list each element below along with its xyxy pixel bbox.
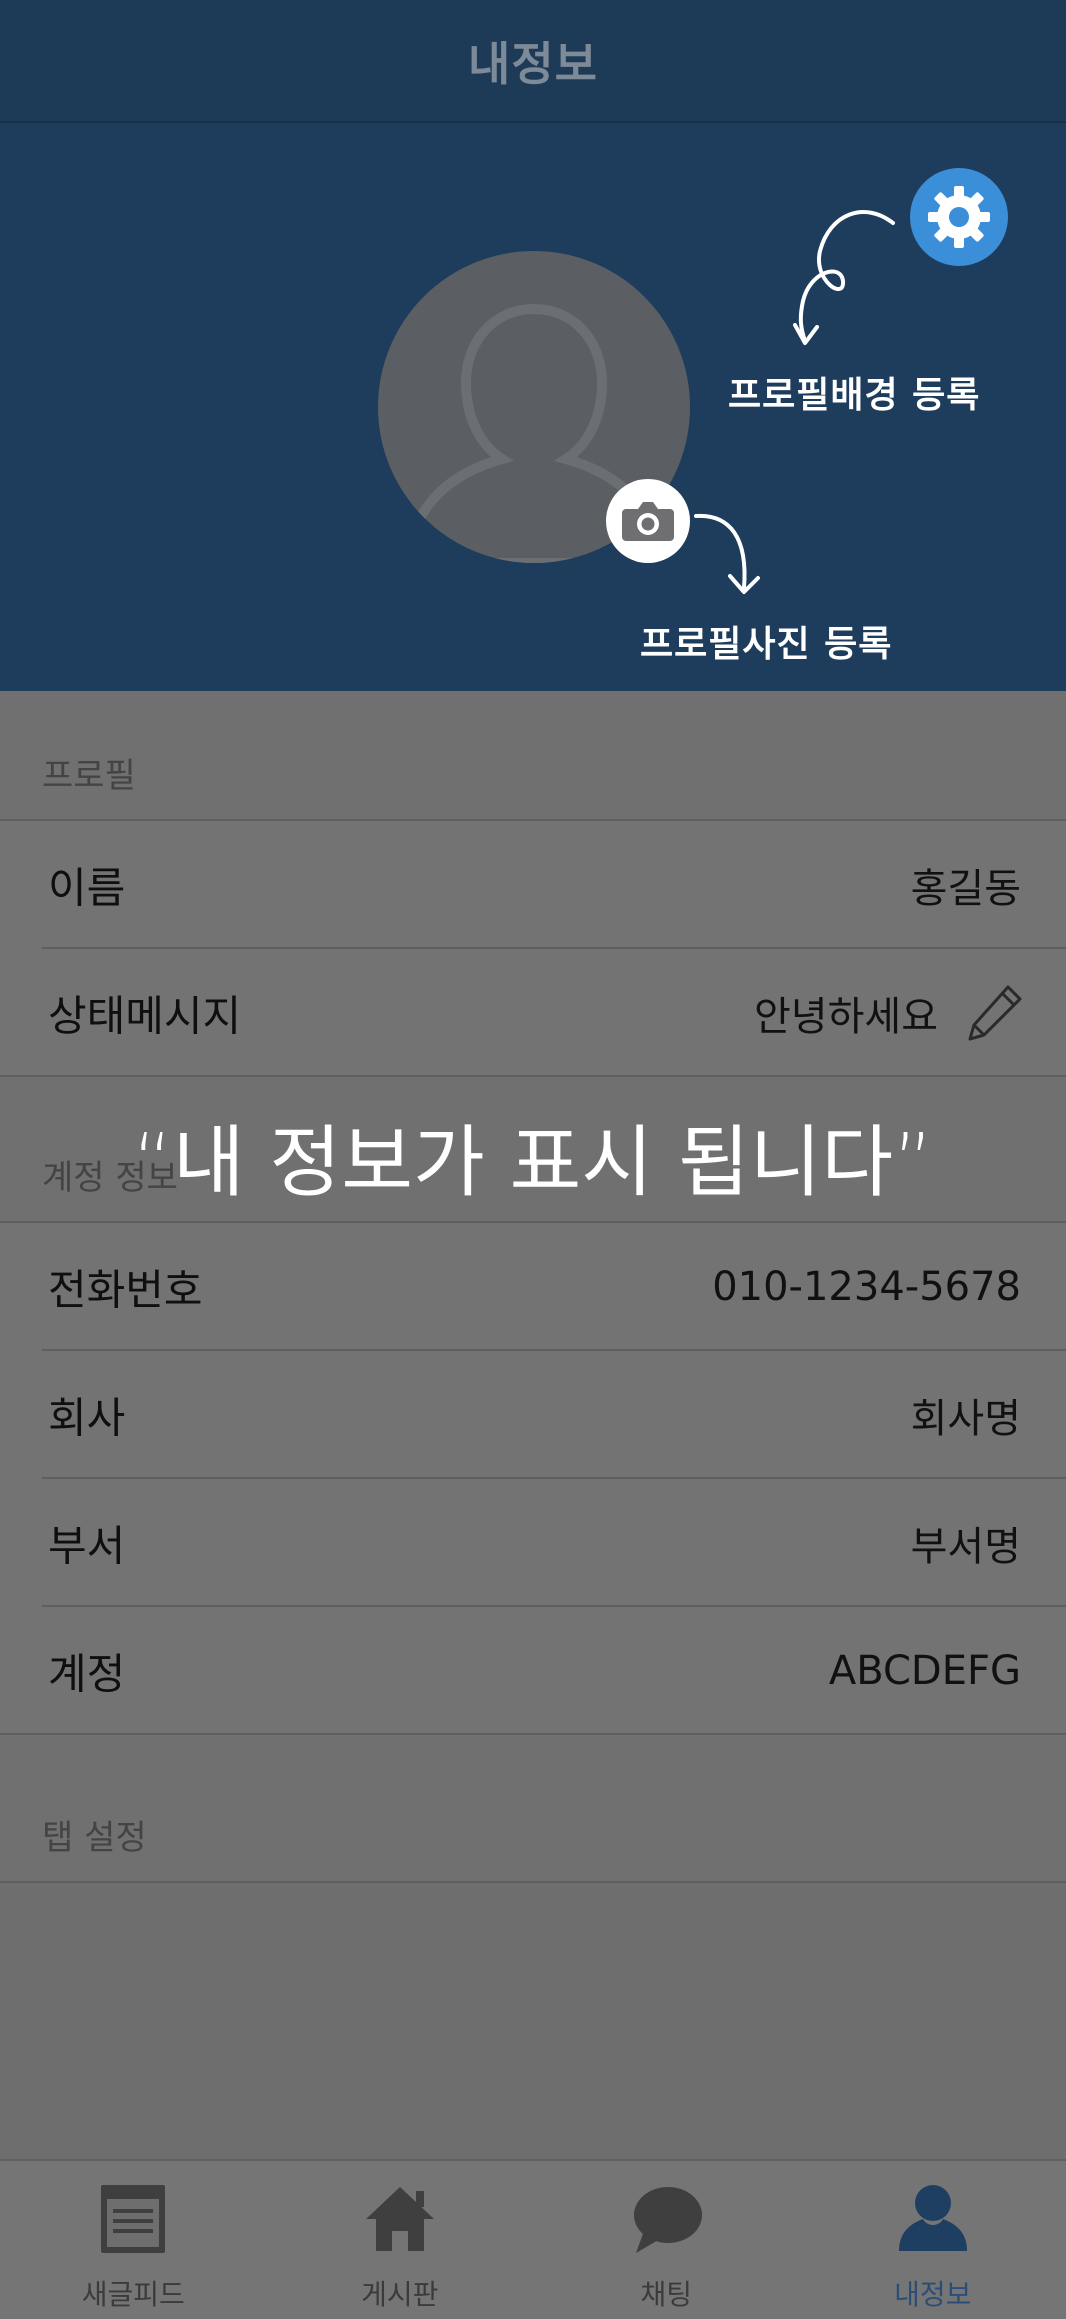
row-key: 상태메시지	[48, 991, 242, 1041]
tab-my-info[interactable]: 내정보	[800, 2161, 1066, 2319]
arrow-to-photo-hint	[694, 513, 760, 594]
row-value: 회사명	[910, 1396, 1021, 1442]
top-bar: 내정보	[0, 0, 1066, 123]
row-value: 안녕하세요	[754, 994, 938, 1040]
tab-feed[interactable]: 새글피드	[0, 2161, 267, 2319]
tab-label: 새글피드	[81, 2278, 185, 2311]
company-row[interactable]: 회사 회사명	[0, 1351, 1066, 1479]
row-value: ABCDEFG	[828, 1648, 1021, 1694]
pencil-icon[interactable]	[962, 981, 1026, 1045]
tab-label: 채팅	[640, 2278, 693, 2311]
row-key: 계정	[48, 1649, 126, 1699]
photo-hint-label: 프로필사진 등록	[640, 623, 893, 665]
row-key: 회사	[48, 1393, 126, 1443]
profile-cover[interactable]: 프로필배경 등록 프로필사진 등록	[0, 123, 1066, 691]
row-key: 부서	[48, 1521, 126, 1571]
department-row[interactable]: 부서 부서명	[0, 1479, 1066, 1607]
home-icon	[365, 2187, 434, 2251]
name-row[interactable]: 이름 홍길동	[0, 821, 1066, 949]
tab-chat[interactable]: 채팅	[533, 2161, 800, 2319]
person-icon	[898, 2185, 967, 2251]
tab-settings-section-header[interactable]: 탭 설정	[0, 1735, 1066, 1883]
tab-board[interactable]: 게시판	[267, 2161, 534, 2319]
overlay-caption: “내 정보가 표시 됩니다”	[132, 1118, 934, 1208]
arrow-to-background-hint	[793, 210, 895, 345]
phone-row[interactable]: 전화번호 010-1234-5678	[0, 1223, 1066, 1351]
status-message-row[interactable]: 상태메시지 안녕하세요	[0, 949, 1066, 1077]
page-title: 내정보	[468, 36, 598, 91]
camera-icon[interactable]	[606, 479, 690, 563]
tab-label: 내정보	[894, 2278, 972, 2311]
tab-label: 게시판	[361, 2278, 439, 2311]
row-key: 이름	[48, 863, 126, 913]
gear-icon[interactable]	[910, 168, 1008, 266]
feed-icon	[101, 2185, 166, 2253]
background-hint-label: 프로필배경 등록	[728, 374, 981, 416]
row-value: 010-1234-5678	[712, 1264, 1021, 1310]
bottom-tab-bar: 새글피드 게시판 채팅 내정보	[0, 2159, 1066, 2319]
chat-bubble-icon	[634, 2187, 703, 2253]
section-label: 프로필	[42, 756, 136, 796]
section-label: 탭 설정	[42, 1818, 147, 1858]
row-key: 전화번호	[48, 1265, 203, 1315]
row-value: 홍길동	[910, 866, 1021, 912]
row-value: 부서명	[910, 1524, 1021, 1570]
profile-section-header: 프로필	[0, 691, 1066, 821]
account-row[interactable]: 계정 ABCDEFG	[0, 1607, 1066, 1735]
